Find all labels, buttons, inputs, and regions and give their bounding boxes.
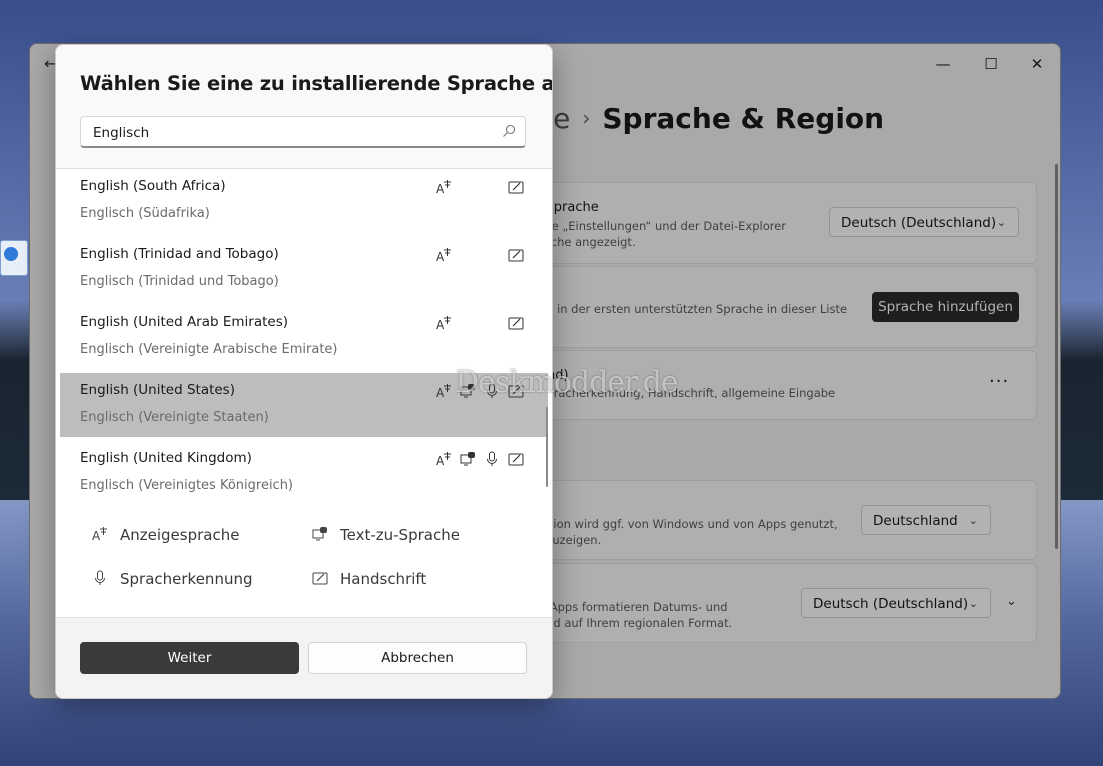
svg-text:A: A bbox=[92, 529, 101, 542]
language-name: English (United Arab Emirates) bbox=[80, 314, 289, 330]
language-native-name: Englisch (Vereinigtes Königreich) bbox=[80, 478, 294, 493]
next-button[interactable]: Weiter bbox=[80, 642, 299, 674]
language-name: English (United States) bbox=[80, 382, 235, 398]
desktop-app-icon[interactable] bbox=[0, 240, 28, 276]
legend-text-to-speech: Text-zu-Sprache bbox=[340, 526, 460, 544]
language-list-item[interactable]: English (United Kingdom) Englisch (Verein… bbox=[60, 441, 548, 505]
list-scrollbar[interactable] bbox=[546, 407, 548, 487]
display-language-icon: A bbox=[436, 452, 451, 467]
language-list-item[interactable]: English (United Arab Emirates) Englisch (… bbox=[60, 305, 548, 369]
text-to-speech-icon bbox=[312, 527, 327, 541]
search-icon bbox=[503, 124, 516, 137]
language-list[interactable]: English (South Africa) Englisch (Südafrik… bbox=[56, 168, 552, 506]
display-language-icon: A bbox=[92, 527, 107, 542]
display-language-icon: A bbox=[436, 384, 451, 399]
language-native-name: Englisch (Trinidad und Tobago) bbox=[80, 274, 279, 289]
language-name: English (South Africa) bbox=[80, 178, 226, 194]
handwriting-icon bbox=[508, 249, 524, 262]
language-list-item[interactable]: English (South Africa) Englisch (Südafrik… bbox=[60, 169, 548, 233]
language-native-name: Englisch (Vereinigte Staaten) bbox=[80, 410, 269, 425]
legend-handwriting: Handschrift bbox=[340, 570, 427, 588]
legend-display-language: Anzeigesprache bbox=[120, 526, 240, 544]
cancel-button[interactable]: Abbrechen bbox=[308, 642, 527, 674]
svg-text:A: A bbox=[436, 318, 445, 331]
text-to-speech-icon bbox=[460, 452, 475, 466]
handwriting-icon bbox=[508, 181, 524, 194]
display-language-icon: A bbox=[436, 248, 451, 263]
dialog-footer: Weiter Abbrechen bbox=[56, 617, 552, 698]
dialog-title: Wählen Sie eine zu installierende Sprach… bbox=[80, 72, 553, 95]
svg-text:A: A bbox=[436, 454, 445, 467]
svg-text:A: A bbox=[436, 250, 445, 263]
watermark: Deskmodder.de bbox=[455, 365, 679, 400]
handwriting-icon bbox=[312, 572, 328, 585]
svg-text:A: A bbox=[436, 182, 445, 195]
search-input[interactable] bbox=[91, 117, 495, 149]
microphone-icon bbox=[487, 451, 497, 466]
handwriting-icon bbox=[508, 453, 524, 466]
language-native-name: Englisch (Südafrika) bbox=[80, 206, 210, 221]
legend-speech-recognition: Spracherkennung bbox=[120, 570, 253, 588]
display-language-icon: A bbox=[436, 316, 451, 331]
desktop-trees-right bbox=[1060, 300, 1103, 500]
display-language-icon: A bbox=[436, 180, 451, 195]
microphone-icon bbox=[95, 570, 105, 585]
language-name: English (Trinidad and Tobago) bbox=[80, 246, 279, 262]
handwriting-icon bbox=[508, 317, 524, 330]
language-native-name: Englisch (Vereinigte Arabische Emirate) bbox=[80, 342, 338, 357]
svg-text:A: A bbox=[436, 386, 445, 399]
search-box[interactable] bbox=[80, 116, 526, 149]
feature-legend: A Anzeigesprache Text-zu-Sprache Sprache… bbox=[56, 505, 552, 617]
language-list-item[interactable]: English (Trinidad and Tobago) Englisch (T… bbox=[60, 237, 548, 301]
language-name: English (United Kingdom) bbox=[80, 450, 252, 466]
